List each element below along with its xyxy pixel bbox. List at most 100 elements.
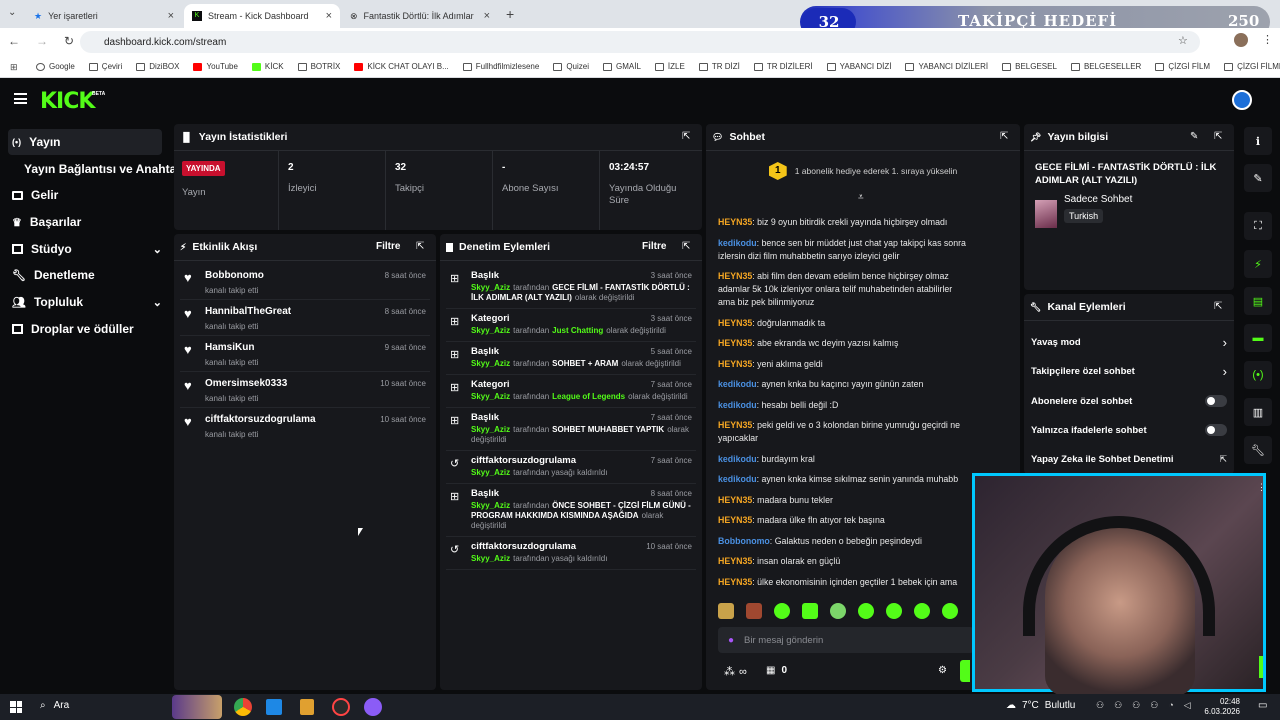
chat-username[interactable]: HEYN35: [718, 420, 752, 430]
slow-mode-row[interactable]: Yavaş mod ›: [1031, 330, 1227, 354]
bookmark-folder[interactable]: İZLE: [654, 62, 685, 71]
popout-icon[interactable]: ⇱: [682, 241, 690, 252]
ai-moderation-row[interactable]: Yapay Zeka ile Sohbet Denetimi ⇱: [1031, 447, 1227, 471]
reload-icon[interactable]: ↻: [64, 34, 74, 48]
more-options-icon[interactable]: ⋮: [1257, 482, 1266, 493]
chrome-icon[interactable]: [234, 698, 252, 716]
emote-icon[interactable]: [858, 603, 874, 619]
event-user[interactable]: Bobbonomo: [205, 270, 264, 281]
chat-username[interactable]: kedikodu: [718, 474, 757, 484]
sidebar-item-topluluk[interactable]: 👥︎ Topluluk ⌄: [8, 289, 162, 315]
chat-username[interactable]: HEYN35: [718, 556, 752, 566]
mod-user[interactable]: Skyy_Aziz: [471, 359, 510, 368]
bookmark-item[interactable]: Çeviri: [88, 62, 122, 71]
app-icon[interactable]: [300, 699, 314, 715]
bookmark-folder[interactable]: BELGESEL: [1002, 62, 1057, 71]
kick-logo[interactable]: KICK: [40, 89, 95, 114]
tab-list-icon[interactable]: ⌄: [8, 7, 16, 18]
popout-icon[interactable]: ⇱: [1000, 131, 1008, 142]
subscribers-only-toggle[interactable]: [1205, 395, 1227, 407]
sidebar-item-yayin[interactable]: (•) Yayın: [8, 129, 162, 155]
sidebar-item-droplar[interactable]: Droplar ve ödüller: [8, 316, 134, 342]
bookmark-folder[interactable]: BELGESELLER: [1070, 62, 1141, 71]
tray-icon[interactable]: ⚇: [1132, 700, 1140, 711]
filter-button[interactable]: Filtre: [642, 241, 666, 252]
emote-icon[interactable]: [718, 603, 734, 619]
bookmark-folder[interactable]: TR DİZİ: [698, 62, 740, 71]
send-button[interactable]: [960, 660, 970, 682]
settings-gear-icon[interactable]: ⚙: [938, 665, 947, 676]
followers-only-row[interactable]: Takipçilere özel sohbet ›: [1031, 359, 1227, 383]
weather-widget[interactable]: ☁ 7°C Bulutlu: [1006, 700, 1075, 711]
new-tab-button[interactable]: +: [506, 6, 514, 22]
mod-user[interactable]: Skyy_Aziz: [471, 425, 510, 434]
hamburger-menu-icon[interactable]: [14, 93, 27, 104]
obs-icon[interactable]: [332, 698, 350, 716]
chat-username[interactable]: HEYN35: [718, 338, 752, 348]
emote-icon[interactable]: [942, 603, 958, 619]
bookmark-item[interactable]: KİCK CHAT OLAYI B...: [354, 62, 449, 71]
mod-user[interactable]: Skyy_Aziz: [471, 326, 510, 335]
chat-username[interactable]: HEYN35: [718, 577, 752, 587]
tray-icon[interactable]: ⚇: [1096, 700, 1104, 711]
chat-username[interactable]: kedikodu: [718, 238, 757, 248]
document-icon[interactable]: ▤: [1244, 287, 1272, 315]
chat-username[interactable]: Bobbonomo: [718, 536, 770, 546]
mod-user[interactable]: Skyy_Aziz: [471, 501, 510, 510]
emote-icon[interactable]: [746, 603, 762, 619]
bookmark-item[interactable]: Quizei: [553, 62, 589, 71]
popout-icon[interactable]: ⇱: [416, 241, 424, 252]
tray-icon[interactable]: ⚇: [1114, 700, 1122, 711]
popout-icon[interactable]: ⇱: [1214, 131, 1222, 142]
category-name[interactable]: Sadece Sohbet: [1064, 194, 1132, 205]
mod-user[interactable]: Skyy_Aziz: [471, 392, 510, 401]
event-user[interactable]: Omersimsek0333: [205, 378, 287, 389]
emote-icon[interactable]: [830, 603, 846, 619]
discord-icon[interactable]: [364, 698, 382, 716]
close-icon[interactable]: ×: [326, 10, 332, 22]
tab-bookmarks[interactable]: ★ Yer işaretleri ×: [26, 4, 182, 28]
chat-bubble-icon[interactable]: ▬: [1244, 324, 1272, 352]
explorer-icon[interactable]: [266, 699, 282, 715]
chat-username[interactable]: HEYN35: [718, 359, 752, 369]
gift-leaderboard-banner[interactable]: 1 1 abonelik hediye ederek 1. sıraya yük…: [706, 151, 1020, 191]
tab-kick-dashboard[interactable]: K Stream - Kick Dashboard ×: [184, 4, 340, 28]
clock[interactable]: 02:48 6.03.2026: [1200, 697, 1240, 717]
pinned-toggle-icon[interactable]: ⩡: [858, 192, 864, 203]
fullscreen-icon[interactable]: ⛶: [1244, 212, 1272, 240]
lightning-icon[interactable]: ⚡︎: [1244, 250, 1272, 278]
emote-icon[interactable]: [914, 603, 930, 619]
forward-icon[interactable]: →: [36, 34, 48, 48]
chat-username[interactable]: HEYN35: [718, 217, 752, 227]
wrench-icon[interactable]: 🔧︎: [1244, 436, 1272, 464]
edit-pencil-icon[interactable]: ✎: [1190, 131, 1198, 142]
chat-username[interactable]: HEYN35: [718, 271, 752, 281]
bookmark-item[interactable]: DiziBOX: [136, 62, 179, 71]
tab-fantastik[interactable]: ⊗ Fantastik Dörtlü: İlk Adımlar Fil ×: [342, 4, 498, 28]
chat-input[interactable]: ● Bir mesaj gönderin: [718, 627, 974, 653]
sidebar-item-denetleme[interactable]: 🔧︎ Denetleme: [8, 262, 95, 288]
bookmark-item[interactable]: Google: [36, 62, 75, 71]
info-icon[interactable]: ℹ: [1244, 127, 1272, 155]
notification-icon[interactable]: ▭: [1258, 700, 1267, 711]
close-icon[interactable]: ×: [484, 10, 490, 22]
popout-icon[interactable]: ⇱: [1214, 301, 1222, 312]
event-user[interactable]: HamsiKun: [205, 342, 254, 353]
microphone-icon[interactable]: ●: [728, 635, 734, 646]
filter-button[interactable]: Filtre: [376, 241, 400, 252]
stack-icon[interactable]: ▥: [1244, 398, 1272, 426]
apps-grid-icon[interactable]: ⊞: [10, 62, 18, 73]
taskbar-search[interactable]: ⌕ Ara: [40, 700, 69, 711]
points-display[interactable]: ⁂ ∞: [724, 665, 747, 679]
bookmark-item[interactable]: Fullhdfilmizlesene: [462, 62, 539, 71]
tray-icon[interactable]: ⚇: [1150, 700, 1158, 711]
bookmark-folder[interactable]: YABANCI DİZİLERİ: [905, 62, 988, 71]
windows-start-icon[interactable]: [10, 701, 22, 713]
bookmark-item[interactable]: KİCK: [251, 62, 284, 71]
mod-user[interactable]: Skyy_Aziz: [471, 468, 510, 477]
menu-icon[interactable]: ⋮: [1262, 33, 1273, 46]
bookmark-folder[interactable]: YABANCI DİZİ: [826, 62, 891, 71]
bookmark-folder[interactable]: ÇİZGİ FİLM: [1155, 62, 1210, 71]
edit-pencil-icon[interactable]: ✎: [1244, 164, 1272, 192]
emotes-only-toggle[interactable]: [1205, 424, 1227, 436]
